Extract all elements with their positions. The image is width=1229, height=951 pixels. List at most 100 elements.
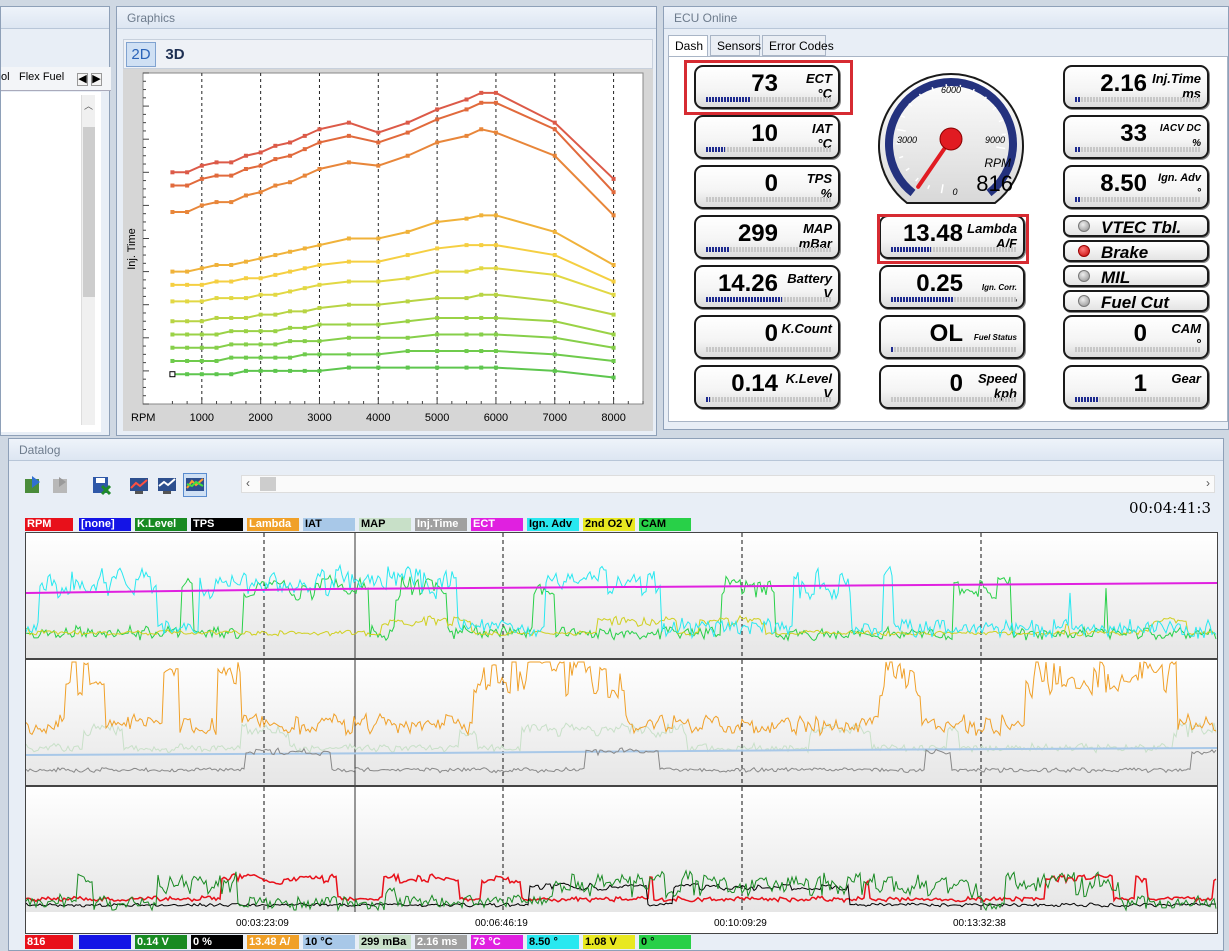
fuel-map-point[interactable] [243,166,248,171]
fuel-map-point[interactable] [273,342,278,347]
fuel-map-point[interactable] [464,269,469,274]
fuel-map-point[interactable] [376,163,381,168]
fuel-map-point[interactable] [435,140,440,145]
fuel-map-point[interactable] [199,358,204,363]
fuel-map-point[interactable] [493,332,498,337]
scroll-up-icon[interactable]: ︿ [84,99,93,112]
fuel-map-point[interactable] [214,315,219,320]
fuel-map-point[interactable] [479,332,484,337]
fuel-map-point[interactable] [376,352,381,357]
fuel-map-point[interactable] [170,210,175,215]
fuel-map-point[interactable] [170,345,175,350]
fuel-map-point[interactable] [552,229,557,234]
fuel-map-point[interactable] [199,163,204,168]
fuel-map-point[interactable] [302,286,307,291]
fuel-map-point[interactable] [229,329,234,334]
fuel-map-point[interactable] [346,160,351,165]
fuel-map-point[interactable] [229,355,234,360]
fuel-map-point[interactable] [493,349,498,354]
fuel-map-point[interactable] [479,213,484,218]
open-log-icon[interactable] [21,473,45,497]
fuel-map-point[interactable] [376,140,381,145]
fuel-map-point[interactable] [376,335,381,340]
save-log-icon[interactable] [89,473,113,497]
fuel-map-point[interactable] [214,160,219,165]
fuel-map-point[interactable] [346,352,351,357]
fuel-map-point[interactable] [199,345,204,350]
fuel-map-point[interactable] [258,312,263,317]
fuel-map-point[interactable] [317,140,322,145]
legend-ign-adv[interactable]: Ign. Adv [527,518,579,531]
fuel-map-point[interactable] [243,355,248,360]
fuel-map-point[interactable] [288,269,293,274]
fuel-map-point[interactable] [170,269,175,274]
fuel-map-point[interactable] [258,342,263,347]
fuel-map-point[interactable] [493,130,498,135]
fuel-map-point[interactable] [258,355,263,360]
tab-scroll-left-icon[interactable]: ◀ [77,73,88,86]
fuel-map-point[interactable] [214,372,219,377]
fuel-map-point[interactable] [185,282,190,287]
fuel-map-point[interactable] [405,319,410,324]
fuel-map-point[interactable] [435,349,440,354]
fuel-map-point[interactable] [258,292,263,297]
fuel-map-point[interactable] [435,107,440,112]
fuel-map-point[interactable] [346,279,351,284]
fuel-map-point[interactable] [611,375,616,380]
fuel-map-point[interactable] [273,253,278,258]
fuel-map-point[interactable] [273,143,278,148]
fuel-map-point[interactable] [552,335,557,340]
fuel-map-point[interactable] [288,180,293,185]
fuel-map-point[interactable] [185,170,190,175]
fuel-map-point[interactable] [170,170,175,175]
tab-sensors[interactable]: Sensors [710,35,761,56]
fuel-map-point[interactable] [435,117,440,122]
fuel-map-point[interactable] [199,266,204,271]
fuel-map-point[interactable] [405,349,410,354]
fuel-map-point[interactable] [552,352,557,357]
hscroll-right-icon[interactable]: › [1206,476,1210,490]
fuel-map-point[interactable] [376,322,381,327]
legend-rpm[interactable]: RPM [25,518,73,531]
fuel-map-point[interactable] [243,368,248,373]
legend-ect[interactable]: ECT [471,518,523,531]
fuel-map-point[interactable] [214,200,219,205]
fuel-map-point[interactable] [464,133,469,138]
fuel-map-point[interactable] [479,90,484,95]
fuel-map-point[interactable] [273,355,278,360]
fuel-map-point[interactable] [229,160,234,165]
fuel-map-point[interactable] [199,282,204,287]
fuel-map-point[interactable] [376,236,381,241]
fuel-map-point[interactable] [214,173,219,178]
legend-tps[interactable]: TPS [191,518,243,531]
fuel-map-point[interactable] [317,166,322,171]
fuel-map-point[interactable] [229,279,234,284]
fuel-map-point[interactable] [170,299,175,304]
fuel-map-point[interactable] [258,150,263,155]
fuel-map-point[interactable] [552,299,557,304]
fuel-map-point[interactable] [243,329,248,334]
fuel-map-point[interactable] [229,372,234,377]
fuel-map-point[interactable] [346,302,351,307]
fuel-map-point[interactable] [493,266,498,271]
tab-scroll-right-icon[interactable]: ▶ [91,73,102,86]
fuel-map-point[interactable] [493,243,498,248]
fuel-map-point[interactable] [493,213,498,218]
hscroll-left-icon[interactable]: ‹ [246,476,250,490]
fuel-map-point[interactable] [229,296,234,301]
fuel-map-point[interactable] [214,358,219,363]
fuel-map-point[interactable] [464,315,469,320]
legend-map[interactable]: MAP [359,518,411,531]
fuel-map-point[interactable] [199,203,204,208]
fuel-map-point[interactable] [552,253,557,258]
fuel-map-point[interactable] [302,352,307,357]
fuel-map-point[interactable] [464,97,469,102]
fuel-map-point[interactable] [317,352,322,357]
fuel-map-point[interactable] [479,292,484,297]
fuel-map-point[interactable] [493,365,498,370]
fuel-map-point[interactable] [464,296,469,301]
fuel-map-point[interactable] [552,272,557,277]
fuel-map-point[interactable] [611,213,616,218]
fuel-map-point[interactable] [464,349,469,354]
fuel-map-point[interactable] [185,210,190,215]
